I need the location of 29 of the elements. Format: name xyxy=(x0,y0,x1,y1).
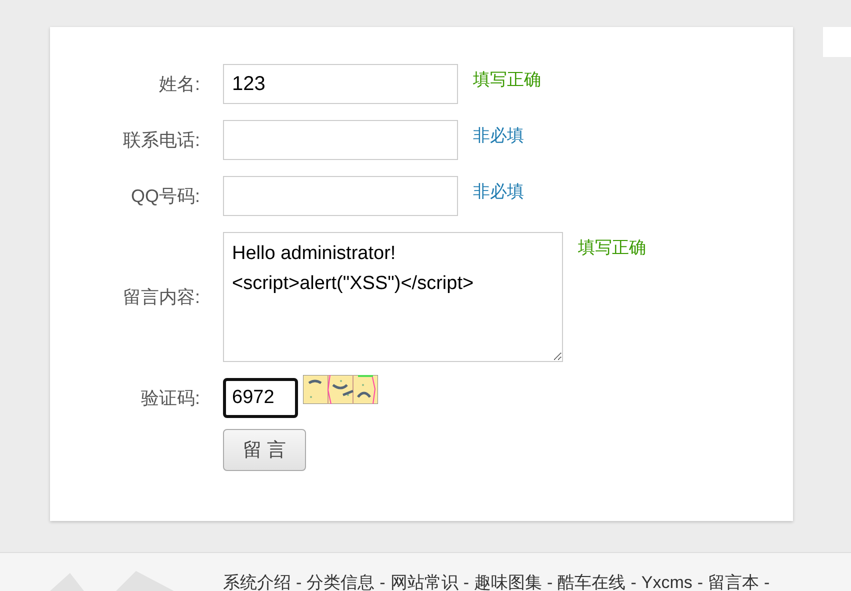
separator-text: - xyxy=(380,573,386,591)
separator-text: - xyxy=(697,573,704,591)
separator-text: - xyxy=(547,573,553,591)
validation-hint: 填写正确 xyxy=(473,69,541,91)
separator-text: - xyxy=(463,573,470,591)
validation-hint: 非必填 xyxy=(473,125,524,147)
footer-link[interactable]: 留言本 xyxy=(708,573,760,591)
input-field[interactable] xyxy=(223,120,458,160)
validation-hint: 填写正确 xyxy=(578,237,646,259)
footer-link[interactable]: 系统介绍 xyxy=(223,573,291,591)
field-label: 验证码: xyxy=(140,387,201,410)
message-textarea[interactable]: Hello administrator! <script>alert("XSS")</script> xyxy=(223,232,563,362)
input-field[interactable]: 123 xyxy=(223,64,458,104)
field-label: 姓名: xyxy=(158,73,201,96)
footer-link[interactable]: 酷车在线 xyxy=(558,573,626,591)
field-label: 联系电话: xyxy=(122,129,201,152)
separator-text: - xyxy=(630,573,636,591)
submit-button[interactable]: 留 言 xyxy=(223,429,306,471)
field-label: 留言内容: xyxy=(122,286,201,309)
field-label: QQ号码: xyxy=(130,185,201,208)
footer-link[interactable]: 分类信息 xyxy=(306,573,375,591)
separator-text: - xyxy=(296,573,302,591)
footer-link[interactable]: 趣味图集 xyxy=(474,573,542,591)
footer-link[interactable]: Yxcms xyxy=(641,573,692,591)
validation-hint: 非必填 xyxy=(473,181,524,203)
input-field[interactable] xyxy=(223,176,458,216)
captcha-field[interactable]: 6972 xyxy=(223,378,298,418)
separator-text: - xyxy=(764,573,770,591)
footer-link[interactable]: 网站常识 xyxy=(390,573,458,591)
